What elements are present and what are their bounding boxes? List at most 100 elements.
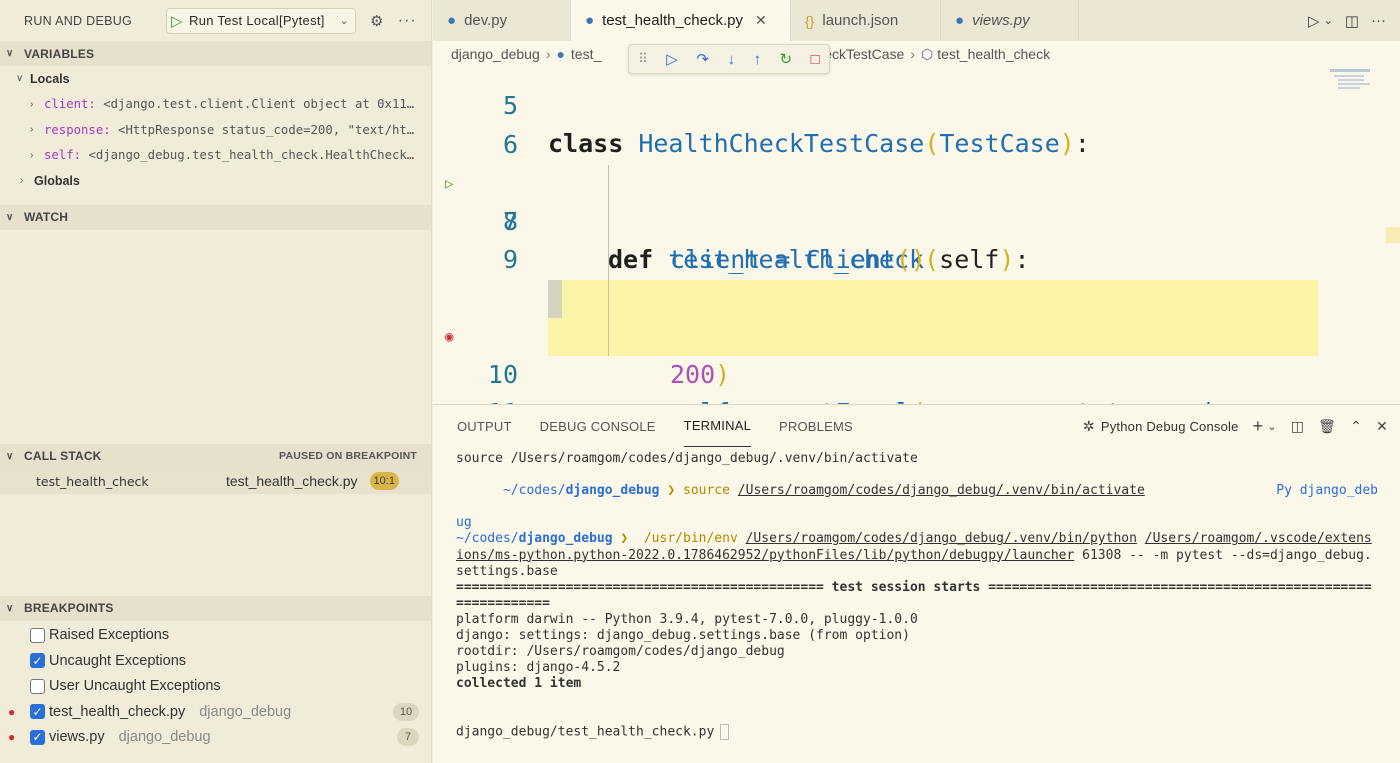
code-line: ◉ 10 self.assertEqual(response.status_co…	[433, 280, 1318, 404]
breakpoint-item[interactable]: Raised Exceptions	[0, 623, 431, 649]
step-into-icon[interactable]: ↓	[727, 51, 735, 68]
checkbox[interactable]	[30, 627, 45, 643]
code-line: 6	[502, 130, 518, 159]
editor-tabs: ● dev.py ● test_health_check.py ✕ {} lau…	[433, 0, 1400, 41]
breakpoint-line-badge: 7	[397, 728, 419, 747]
python-icon: ●	[955, 12, 965, 29]
stack-frame-function: test_health_check	[36, 473, 149, 489]
code-line: ▷ 7 def test_health_check(self):	[433, 127, 1318, 274]
watch-section-header[interactable]: ∨ WATCH	[0, 204, 431, 230]
continue-icon[interactable]: ▷	[666, 50, 678, 68]
variables-section-header[interactable]: ∨ VARIABLES	[0, 41, 431, 66]
run-icon[interactable]: ▷	[1308, 12, 1320, 30]
call-stack-title: CALL STACK	[24, 449, 102, 463]
close-icon[interactable]: ✕	[755, 12, 767, 29]
chevron-down-icon: ∨	[16, 73, 24, 85]
breakpoints-title: BREAKPOINTS	[24, 601, 114, 615]
method-icon: ⬡	[920, 45, 934, 62]
chevron-down-icon[interactable]: ⌄	[1267, 420, 1276, 433]
breakpoint-item[interactable]: ● ✓ test_health_check.py django_debug 10	[0, 699, 431, 725]
tab-views-py[interactable]: ● views.py	[941, 0, 1079, 41]
tab-problems[interactable]: PROBLEMS	[779, 405, 853, 447]
variable-name: client:	[44, 97, 96, 112]
split-terminal-icon[interactable]: ◫	[1291, 418, 1304, 435]
breadcrumb-folder[interactable]: django_debug	[451, 46, 540, 62]
breakpoint-line-badge: 10	[393, 702, 419, 721]
bottom-panel: OUTPUT DEBUG CONSOLE TERMINAL PROBLEMS ✲…	[433, 404, 1400, 763]
step-over-icon[interactable]: ↷	[696, 50, 709, 68]
tab-dev-py[interactable]: ● dev.py	[433, 0, 571, 41]
split-editor-icon[interactable]: ◫	[1345, 12, 1359, 30]
checkbox-checked[interactable]: ✓	[30, 653, 45, 669]
python-icon: ●	[585, 12, 595, 29]
breakpoints-section-header[interactable]: ∨ BREAKPOINTS	[0, 595, 431, 621]
breakpoint-label: Raised Exceptions	[49, 627, 170, 644]
tab-output[interactable]: OUTPUT	[457, 405, 512, 447]
variable-name: response:	[44, 122, 111, 137]
chevron-down-icon[interactable]: ⌄	[1324, 14, 1333, 27]
checkbox-checked[interactable]: ✓	[30, 704, 45, 720]
debug-icon: ✲	[1082, 417, 1095, 434]
close-icon[interactable]: ✕	[1376, 418, 1388, 435]
tree-item-locals[interactable]: ∨ Locals	[0, 66, 431, 92]
maximize-panel-icon[interactable]: ⌃	[1350, 418, 1362, 435]
stop-icon[interactable]: □	[811, 51, 820, 68]
breakpoint-folder: django_debug	[118, 729, 211, 746]
debug-toolbar: ⠿ ▷ ↷ ↓ ↑ ↻ □	[628, 44, 830, 74]
run-config-select[interactable]: ▷ Run Test Local[Pytest] ⌄	[166, 7, 356, 34]
terminal-selector[interactable]: Python Debug Console	[1101, 419, 1239, 434]
code-line-wrap: 200)	[670, 360, 731, 389]
variable-item[interactable]: › self: <django_debug.test_health_check.…	[0, 143, 431, 169]
breakpoint-dot-icon: ●	[8, 704, 16, 719]
stack-frame-file: test_health_check.py	[226, 473, 358, 489]
code-line: 5 class HealthCheckTestCase(TestCase):	[502, 91, 1090, 158]
breadcrumb-file[interactable]: test_	[571, 46, 601, 62]
breakpoint-dot-icon: ●	[8, 730, 16, 745]
variable-item[interactable]: › client: <django.test.client.Client obj…	[0, 92, 431, 118]
gear-icon[interactable]: ⚙	[370, 12, 384, 30]
add-terminal-icon[interactable]: +	[1253, 416, 1264, 437]
checkbox-checked[interactable]: ✓	[30, 729, 45, 745]
variable-value: <HttpResponse status_code=200, "text/ht…	[118, 122, 415, 137]
python-icon: ●	[556, 46, 565, 62]
more-actions-icon[interactable]: ···	[398, 12, 417, 30]
chevron-right-icon: ›	[20, 175, 24, 187]
breakpoint-item[interactable]: ● ✓ views.py django_debug 7	[0, 725, 431, 751]
minimap[interactable]	[1320, 67, 1400, 404]
breadcrumb-method[interactable]: test_health_check	[937, 46, 1050, 62]
tab-launch-json[interactable]: {} launch.json	[791, 0, 941, 41]
call-stack-section-header[interactable]: ∨ CALL STACK PAUSED ON BREAKPOINT	[0, 443, 431, 469]
python-icon: ●	[447, 12, 457, 29]
chevron-down-icon: ∨	[6, 450, 14, 462]
variable-item[interactable]: › response: <HttpResponse status_code=20…	[0, 117, 431, 143]
step-out-icon[interactable]: ↑	[753, 51, 761, 68]
breakpoint-folder: django_debug	[199, 703, 292, 720]
breakpoint-item[interactable]: ✓ Uncaught Exceptions	[0, 648, 431, 674]
call-stack-body	[0, 494, 431, 596]
more-actions-icon[interactable]: ···	[1371, 12, 1386, 29]
paused-status: PAUSED ON BREAKPOINT	[279, 450, 417, 462]
breadcrumb: django_debug › ● test_ CheckTestCase › ⬡…	[433, 41, 1400, 67]
terminal-output[interactable]: source /Users/roamgom/codes/django_debug…	[433, 447, 1400, 741]
chevron-down-icon[interactable]: ⌄	[339, 14, 349, 27]
checkbox[interactable]	[30, 678, 45, 694]
trash-icon[interactable]: 🗑	[1318, 418, 1336, 435]
drag-handle-icon[interactable]: ⠿	[638, 51, 648, 67]
start-debugging-icon[interactable]: ▷	[171, 12, 189, 30]
code-line-wrap: ('health_check'))	[433, 241, 1318, 312]
code-line: 9 response = client.get(reverse	[502, 245, 1107, 312]
tree-item-globals[interactable]: › Globals	[0, 168, 431, 194]
tab-test-health-check-py[interactable]: ● test_health_check.py ✕	[571, 0, 791, 41]
stack-frame-position-badge: 10:1	[369, 472, 399, 490]
stack-frame[interactable]: test_health_check test_health_check.py 1…	[0, 468, 431, 494]
breakpoint-item[interactable]: User Uncaught Exceptions	[0, 674, 431, 700]
tab-terminal[interactable]: TERMINAL	[683, 405, 752, 447]
tab-debug-console[interactable]: DEBUG CONSOLE	[540, 405, 656, 447]
panel-actions: ✲ Python Debug Console + ⌄ ◫ 🗑 ⌃ ✕	[1083, 416, 1400, 437]
chevron-down-icon: ∨	[6, 211, 14, 223]
code-editor[interactable]: 5 class HealthCheckTestCase(TestCase): 6…	[433, 67, 1400, 404]
chevron-right-icon: ›	[910, 46, 915, 62]
restart-icon[interactable]: ↻	[779, 50, 792, 68]
breakpoint-label: views.py	[49, 729, 105, 746]
json-icon: {}	[805, 12, 815, 29]
